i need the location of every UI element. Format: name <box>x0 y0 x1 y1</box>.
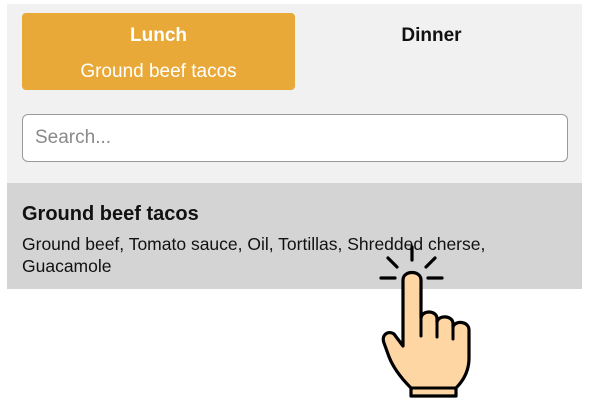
hand-shape <box>381 270 471 398</box>
tab-lunch-meal: Ground beef tacos <box>80 61 237 82</box>
tap-hand-icon <box>379 245 471 398</box>
tab-lunch-label: Lunch <box>130 25 187 46</box>
search-input[interactable] <box>22 114 568 162</box>
tab-dinner[interactable]: Dinner <box>295 13 568 90</box>
meal-panel: Lunch Ground beef tacos Dinner Ground be… <box>7 4 582 289</box>
recipe-title: Ground beef tacos <box>22 203 199 225</box>
app-screen: Lunch Ground beef tacos Dinner Ground be… <box>0 0 590 400</box>
tab-lunch[interactable]: Lunch Ground beef tacos <box>22 13 295 90</box>
tab-dinner-label: Dinner <box>401 25 462 46</box>
recipe-list-item[interactable]: Ground beef tacos Ground beef, Tomato sa… <box>7 183 582 289</box>
recipe-ingredients: Ground beef, Tomato sauce, Oil, Tortilla… <box>22 234 486 276</box>
